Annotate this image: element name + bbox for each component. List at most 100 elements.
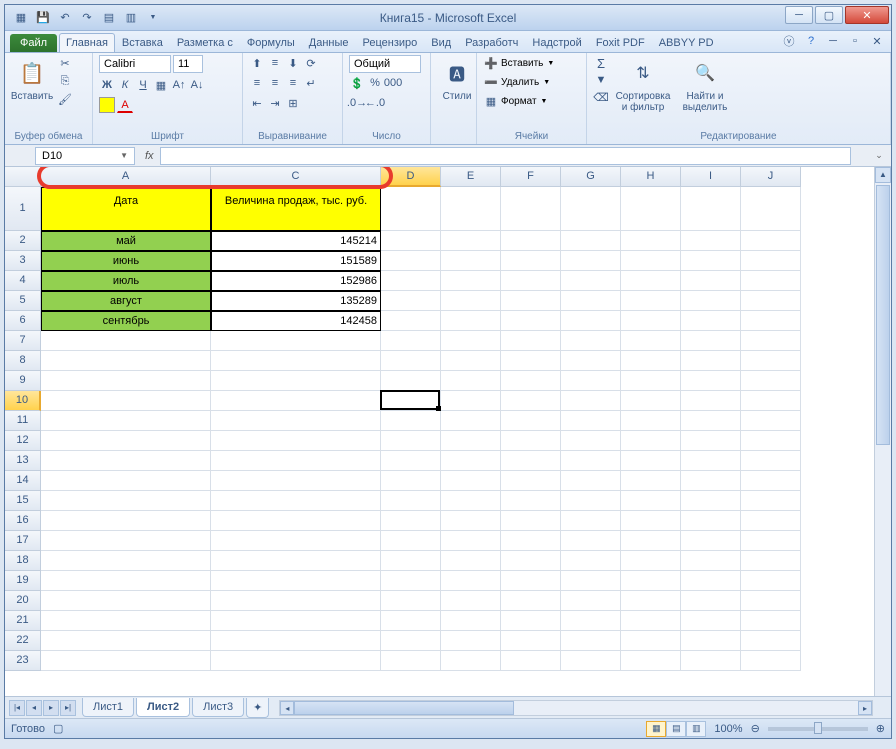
cell-J5[interactable] bbox=[741, 291, 801, 311]
orientation-icon[interactable]: ⟳ bbox=[303, 55, 319, 71]
row-header-4[interactable]: 4 bbox=[5, 271, 41, 291]
cell-G10[interactable] bbox=[561, 391, 621, 411]
cell-C5[interactable]: 135289 bbox=[211, 291, 381, 311]
cell-A4[interactable]: июль bbox=[41, 271, 211, 291]
cell-I18[interactable] bbox=[681, 551, 741, 571]
cell-J13[interactable] bbox=[741, 451, 801, 471]
formula-input[interactable] bbox=[160, 147, 851, 165]
sort-filter-button[interactable]: ⇅ Сортировка и фильтр bbox=[613, 55, 673, 115]
cell-A6[interactable]: сентябрь bbox=[41, 311, 211, 331]
cell-C8[interactable] bbox=[211, 351, 381, 371]
cell-A17[interactable] bbox=[41, 531, 211, 551]
zoom-slider[interactable] bbox=[768, 727, 868, 731]
insert-cells-icon[interactable]: ➕ bbox=[483, 55, 499, 71]
cell-A18[interactable] bbox=[41, 551, 211, 571]
cell-H5[interactable] bbox=[621, 291, 681, 311]
cell-C14[interactable] bbox=[211, 471, 381, 491]
row-header-7[interactable]: 7 bbox=[5, 331, 41, 351]
cell-I20[interactable] bbox=[681, 591, 741, 611]
cell-G9[interactable] bbox=[561, 371, 621, 391]
ribbon-tab-данные[interactable]: Данные bbox=[302, 33, 356, 52]
cell-F3[interactable] bbox=[501, 251, 561, 271]
cell-H18[interactable] bbox=[621, 551, 681, 571]
row-header-21[interactable]: 21 bbox=[5, 611, 41, 631]
column-header-A[interactable]: A bbox=[41, 167, 211, 187]
clear-icon[interactable]: ⌫ bbox=[593, 89, 609, 105]
cell-I22[interactable] bbox=[681, 631, 741, 651]
cell-A14[interactable] bbox=[41, 471, 211, 491]
cell-I10[interactable] bbox=[681, 391, 741, 411]
percent-icon[interactable]: % bbox=[367, 75, 383, 91]
cell-J19[interactable] bbox=[741, 571, 801, 591]
hscroll-thumb[interactable] bbox=[294, 701, 514, 715]
cell-E6[interactable] bbox=[441, 311, 501, 331]
cell-D5[interactable] bbox=[381, 291, 441, 311]
cell-H2[interactable] bbox=[621, 231, 681, 251]
increase-font-icon[interactable]: A↑ bbox=[171, 77, 187, 93]
cell-C3[interactable]: 151589 bbox=[211, 251, 381, 271]
cell-G1[interactable] bbox=[561, 187, 621, 231]
cell-D3[interactable] bbox=[381, 251, 441, 271]
worksheet-grid[interactable]: ACDEFGHIJ 123456789101112131415161718192… bbox=[5, 167, 891, 715]
styles-button[interactable]: 🅰 Стили bbox=[437, 55, 477, 104]
cell-D20[interactable] bbox=[381, 591, 441, 611]
format-cells-icon[interactable]: ▦ bbox=[483, 93, 499, 109]
cell-A9[interactable] bbox=[41, 371, 211, 391]
cell-G17[interactable] bbox=[561, 531, 621, 551]
align-center-icon[interactable]: ≡ bbox=[267, 75, 283, 91]
cell-E19[interactable] bbox=[441, 571, 501, 591]
cell-F23[interactable] bbox=[501, 651, 561, 671]
cell-H7[interactable] bbox=[621, 331, 681, 351]
cell-J9[interactable] bbox=[741, 371, 801, 391]
cell-I15[interactable] bbox=[681, 491, 741, 511]
autosum-icon[interactable]: Σ bbox=[593, 55, 609, 71]
scroll-thumb[interactable] bbox=[876, 185, 890, 445]
format-painter-icon[interactable]: 🖌 bbox=[57, 91, 73, 107]
cell-H20[interactable] bbox=[621, 591, 681, 611]
cell-I3[interactable] bbox=[681, 251, 741, 271]
cell-H19[interactable] bbox=[621, 571, 681, 591]
cell-J7[interactable] bbox=[741, 331, 801, 351]
cell-J1[interactable] bbox=[741, 187, 801, 231]
cell-E20[interactable] bbox=[441, 591, 501, 611]
ribbon-tab-abbyy pd[interactable]: ABBYY PD bbox=[652, 33, 721, 52]
doc-restore-icon[interactable]: ▫ bbox=[847, 33, 863, 49]
scroll-up-icon[interactable]: ▲ bbox=[875, 167, 891, 183]
row-header-1[interactable]: 1 bbox=[5, 187, 41, 231]
cell-I7[interactable] bbox=[681, 331, 741, 351]
cell-A23[interactable] bbox=[41, 651, 211, 671]
cell-C17[interactable] bbox=[211, 531, 381, 551]
cell-A11[interactable] bbox=[41, 411, 211, 431]
cell-E16[interactable] bbox=[441, 511, 501, 531]
cell-F2[interactable] bbox=[501, 231, 561, 251]
cell-C16[interactable] bbox=[211, 511, 381, 531]
maximize-button[interactable]: ▢ bbox=[815, 6, 843, 24]
font-size-combo[interactable]: 11 bbox=[173, 55, 203, 73]
cell-H11[interactable] bbox=[621, 411, 681, 431]
prev-sheet-button[interactable]: ◂ bbox=[26, 700, 42, 716]
cell-A1[interactable]: Дата bbox=[41, 187, 211, 231]
cell-F15[interactable] bbox=[501, 491, 561, 511]
cell-C7[interactable] bbox=[211, 331, 381, 351]
merge-button[interactable]: ⊞ bbox=[285, 95, 301, 111]
cut-icon[interactable]: ✂ bbox=[57, 55, 73, 71]
cell-C20[interactable] bbox=[211, 591, 381, 611]
cell-A21[interactable] bbox=[41, 611, 211, 631]
column-header-F[interactable]: F bbox=[501, 167, 561, 187]
cell-A19[interactable] bbox=[41, 571, 211, 591]
decrease-decimal-icon[interactable]: ←.0 bbox=[367, 95, 383, 111]
italic-button[interactable]: К bbox=[117, 77, 133, 93]
row-header-20[interactable]: 20 bbox=[5, 591, 41, 611]
cell-J8[interactable] bbox=[741, 351, 801, 371]
row-header-15[interactable]: 15 bbox=[5, 491, 41, 511]
cell-E14[interactable] bbox=[441, 471, 501, 491]
cell-D15[interactable] bbox=[381, 491, 441, 511]
align-right-icon[interactable]: ≡ bbox=[285, 75, 301, 91]
fx-icon[interactable]: fx bbox=[145, 150, 154, 162]
align-top-icon[interactable]: ⬆ bbox=[249, 55, 265, 71]
cell-E9[interactable] bbox=[441, 371, 501, 391]
doc-minimize-icon[interactable]: ─ bbox=[825, 33, 841, 49]
cell-I5[interactable] bbox=[681, 291, 741, 311]
cell-I11[interactable] bbox=[681, 411, 741, 431]
ribbon-tab-главная[interactable]: Главная bbox=[59, 33, 115, 52]
